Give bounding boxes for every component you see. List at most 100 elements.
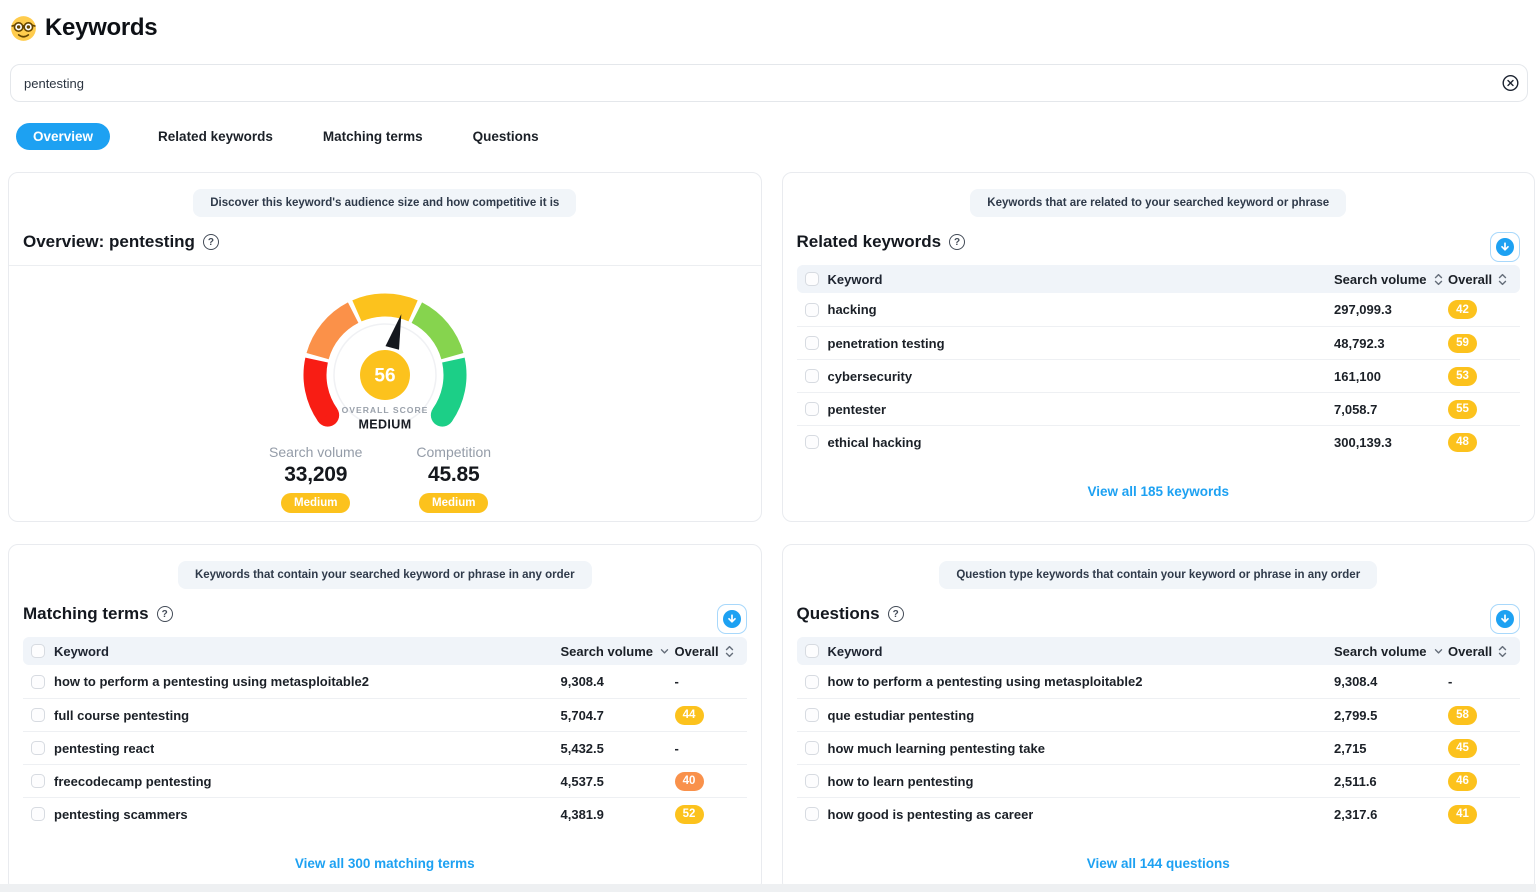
row-checkbox[interactable] [805,402,819,416]
search-volume-cell: 297,099.3 [1334,302,1448,317]
select-all-checkbox[interactable] [805,644,819,658]
keyword-cell: pentester [828,402,887,417]
sort-desc-icon[interactable] [660,648,669,655]
overall-score-badge: 46 [1448,772,1477,791]
table-row: penetration testing 48,792.359 [797,326,1521,359]
row-checkbox[interactable] [805,675,819,689]
overall-cell: - [675,674,747,689]
search-volume-cell: 2,511.6 [1334,774,1448,789]
overview-tooltip: Discover this keyword's audience size an… [193,189,576,217]
keyword-cell: how to learn pentesting [828,774,974,789]
no-score-dash: - [1448,674,1452,689]
row-checkbox[interactable] [805,336,819,350]
sort-icon[interactable] [1434,273,1443,286]
table-row: how to perform a pentesting using metasp… [797,665,1521,698]
keyword-cell: how to perform a pentesting using metasp… [828,674,1143,689]
row-checkbox[interactable] [805,303,819,317]
download-button[interactable] [1490,232,1520,262]
clear-search-button[interactable] [1500,73,1521,94]
overall-cell: 44 [675,706,747,725]
search-volume-cell: 7,058.7 [1334,402,1448,417]
help-icon[interactable]: ? [888,606,904,622]
clear-circle-x-icon [1502,75,1519,92]
overall-score-badge: 58 [1448,706,1477,725]
search-volume-cell: 2,317.6 [1334,807,1448,822]
table-row: pentesting react5,432.5- [23,731,747,764]
row-checkbox[interactable] [805,708,819,722]
overall-cell: 59 [1448,334,1520,353]
keyword-cell: freecodecamp pentesting [54,774,212,789]
related-keywords-card: Keywords that are related to your search… [782,172,1536,522]
table-header: Keyword Search volume Overall [797,265,1521,293]
select-all-checkbox[interactable] [805,272,819,286]
questions-table: Keyword Search volume Overall how to per… [797,637,1521,830]
row-checkbox[interactable] [31,675,45,689]
row-checkbox[interactable] [805,774,819,788]
sort-icon[interactable] [725,645,734,658]
cards-grid: Discover this keyword's audience size an… [0,150,1536,884]
row-checkbox[interactable] [805,741,819,755]
stat-label: Search volume [260,444,372,460]
overall-score-badge: 55 [1448,400,1477,419]
questions-card: Question type keywords that contain your… [782,544,1536,884]
download-button[interactable] [717,604,747,634]
sort-icon[interactable] [1498,273,1507,286]
column-keyword: Keyword [828,644,883,659]
gauge-needle [385,314,401,350]
tab-overview[interactable]: Overview [16,123,110,150]
keyword-cell: cybersecurity [828,369,913,384]
keyword-cell: hacking [828,302,877,317]
view-all-link[interactable]: View all 300 matching terms [9,856,761,871]
overall-score-badge: 48 [1448,433,1477,452]
help-icon[interactable]: ? [949,234,965,250]
table-row: ethical hacking300,139.348 [797,425,1521,458]
sort-desc-icon[interactable] [1434,648,1443,655]
matching-terms-table: Keyword Search volume Overall how to per… [23,637,747,830]
overall-cell: 48 [1448,433,1520,452]
keyword-cell: pentesting react [54,741,154,756]
download-icon [723,610,741,628]
table-row: cybersecurity161,10053 [797,359,1521,392]
sort-icon[interactable] [1498,645,1507,658]
overall-score-badge: 44 [675,706,704,725]
overall-cell: - [675,741,747,756]
overall-cell: 45 [1448,739,1520,758]
row-checkbox[interactable] [31,807,45,821]
view-all-link[interactable]: View all 185 keywords [783,484,1535,499]
row-checkbox[interactable] [31,741,45,755]
stat-badge: Medium [281,493,350,513]
gauge-score-label: OVERALL SCORE [341,405,428,415]
help-icon[interactable]: ? [203,234,219,250]
tab-bar: Overview Related keywords Matching terms… [16,123,1528,150]
row-checkbox[interactable] [805,369,819,383]
row-checkbox[interactable] [805,435,819,449]
questions-tooltip: Question type keywords that contain your… [939,561,1377,589]
stat-badge: Medium [419,493,488,513]
tab-questions[interactable]: Questions [471,123,541,150]
row-checkbox[interactable] [805,807,819,821]
search-volume-cell: 5,704.7 [561,708,675,723]
table-header: Keyword Search volume Overall [797,637,1521,665]
overall-score-badge: 53 [1448,367,1477,386]
overall-cell: - [1448,674,1520,689]
keyword-cell: how good is pentesting as career [828,807,1034,822]
keyword-cell: penetration testing [828,336,945,351]
keyword-cell: ethical hacking [828,435,922,450]
table-row: how to learn pentesting 2,511.646 [797,764,1521,797]
row-checkbox[interactable] [31,708,45,722]
search-input[interactable] [10,64,1528,102]
download-button[interactable] [1490,604,1520,634]
overall-cell: 41 [1448,805,1520,824]
select-all-checkbox[interactable] [31,644,45,658]
competition-stat: Competition 45.85 Medium [398,444,510,513]
table-row: hacking297,099.342 [797,293,1521,326]
view-all-link[interactable]: View all 144 questions [783,856,1535,871]
tab-matching-terms[interactable]: Matching terms [321,123,425,150]
overall-score-badge: 40 [675,772,704,791]
help-icon[interactable]: ? [157,606,173,622]
column-overall: Overall [1448,644,1492,659]
search-volume-cell: 48,792.3 [1334,336,1448,351]
table-row: pentester 7,058.755 [797,392,1521,425]
tab-related-keywords[interactable]: Related keywords [156,123,275,150]
row-checkbox[interactable] [31,774,45,788]
